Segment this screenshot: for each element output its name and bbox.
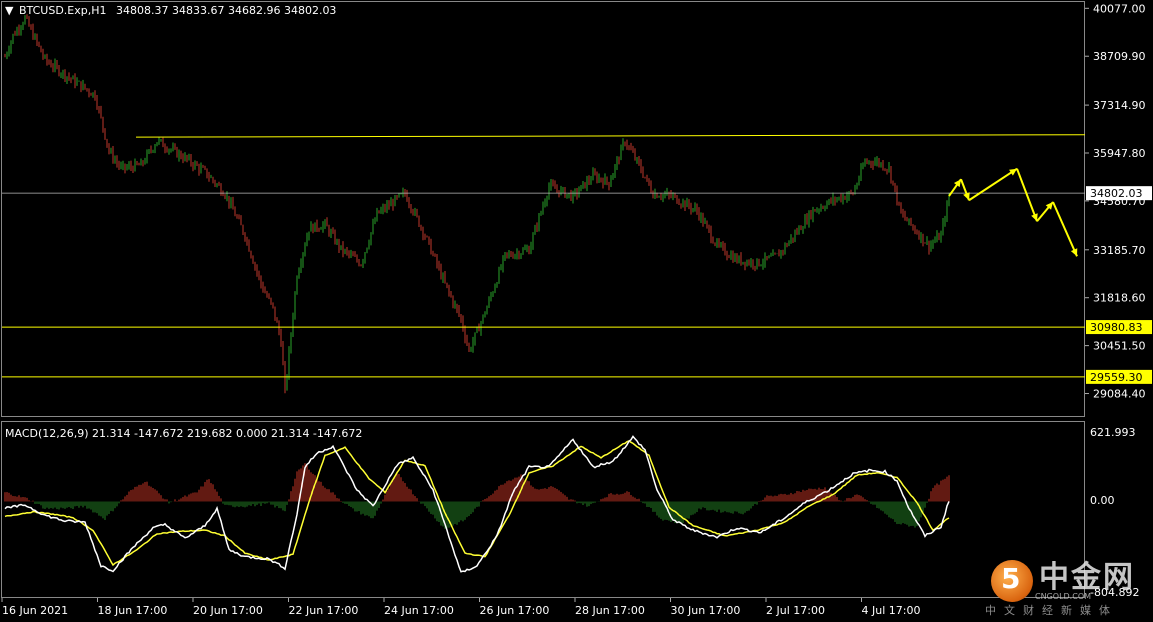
macd-top-label: 621.993: [1090, 426, 1136, 439]
macd-zero-label: 0.00: [1090, 494, 1115, 507]
chart-canvas: 30980.8329559.3034802.03 40077.0038709.9…: [1, 1, 1152, 617]
level-tag-label: 29559.30: [1090, 371, 1143, 384]
x-tick-label: 28 Jun 17:00: [575, 604, 645, 617]
y-tick-label: 35947.80: [1093, 147, 1146, 160]
x-tick-label: 24 Jun 17:00: [384, 604, 454, 617]
cngold-logo-icon: 5: [991, 560, 1033, 602]
x-tick-label: 22 Jun 17:00: [289, 604, 359, 617]
logo-char: 5: [1001, 562, 1021, 595]
x-tick-label: 20 Jun 17:00: [193, 604, 263, 617]
y-tick-label: 29084.40: [1093, 388, 1146, 401]
level-tag-label: 30980.83: [1090, 321, 1143, 334]
y-tick-label: 31818.60: [1093, 292, 1146, 305]
x-tick-label: 18 Jun 17:00: [98, 604, 168, 617]
symbol-title: BTCUSD.Exp,H1: [19, 4, 107, 17]
watermark-sub: CNGOLD.COM: [1035, 592, 1092, 601]
x-tick-label: 4 Jul 17:00: [862, 604, 921, 617]
time-axis: 16 Jun 2021 18 Jun 17:00 20 Jun 17:00 22 Ju…: [1, 598, 921, 617]
x-tick-label: 2 Jul 17:00: [766, 604, 825, 617]
macd-label: MACD(12,26,9) 21.314 -147.672 219.682 0.…: [5, 427, 362, 440]
x-tick-label: 30 Jun 17:00: [671, 604, 741, 617]
y-tick-label: 30451.50: [1093, 340, 1146, 353]
price-axis: 40077.00 38709.90 37314.90 35947.80 34580.70…: [1085, 2, 1146, 401]
y-tick-label: 38709.90: [1093, 50, 1146, 63]
collapse-arrow-icon[interactable]: ▼: [5, 4, 14, 17]
y-tick-label: 34580.70: [1093, 195, 1146, 208]
watermark-cn: 中文财经新媒体: [985, 604, 1118, 617]
macd-pane-frame: [1, 421, 1085, 598]
watermark: 5 中金网 CNGOLD.COM 中文财经新媒体: [985, 552, 1141, 617]
y-tick-label: 33185.70: [1093, 244, 1146, 257]
watermark-title: 中金网: [1039, 560, 1135, 595]
ohlc-readout: 34808.37 34833.67 34682.96 34802.03: [116, 4, 336, 17]
x-tick-label: 16 Jun 2021: [2, 604, 68, 617]
y-tick-label: 40077.00: [1093, 2, 1146, 15]
y-tick-label: 37314.90: [1093, 99, 1146, 112]
x-tick-label: 26 Jun 17:00: [480, 604, 550, 617]
